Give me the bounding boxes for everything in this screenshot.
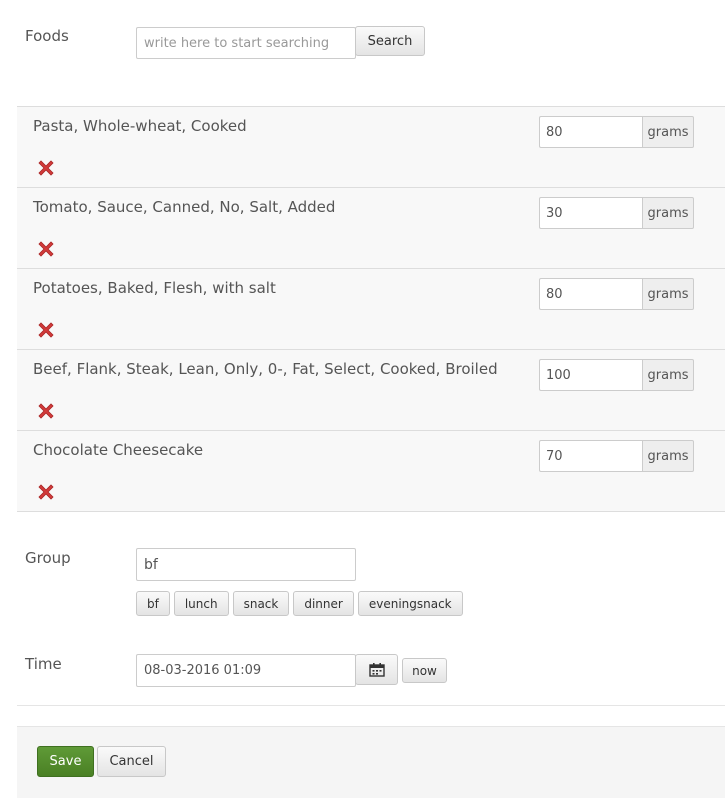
time-input[interactable] xyxy=(136,654,356,687)
food-name: Tomato, Sauce, Canned, No, Salt, Added xyxy=(33,198,336,216)
quantity-input[interactable] xyxy=(539,197,642,229)
calendar-icon xyxy=(368,662,385,677)
delete-icon[interactable] xyxy=(35,319,57,341)
group-quick-buttons: bf lunch snack dinner eveningsnack xyxy=(136,591,463,616)
time-label: Time xyxy=(25,655,62,673)
delete-icon[interactable] xyxy=(35,157,57,179)
food-row: Potatoes, Baked, Flesh, with salt grams xyxy=(17,268,725,349)
food-name: Pasta, Whole-wheat, Cooked xyxy=(33,117,247,135)
quantity-group: grams xyxy=(539,278,694,310)
unit-label: grams xyxy=(642,440,694,472)
group-input[interactable] xyxy=(136,548,356,581)
quantity-group: grams xyxy=(539,197,694,229)
food-row: Beef, Flank, Steak, Lean, Only, 0-, Fat,… xyxy=(17,349,725,430)
form-footer: Save Cancel xyxy=(17,726,725,798)
quantity-group: grams xyxy=(539,440,694,472)
quantity-input[interactable] xyxy=(539,116,642,148)
food-search-input[interactable] xyxy=(136,27,356,59)
food-list: Pasta, Whole-wheat, CookedgramsTomato, S… xyxy=(17,106,725,512)
quantity-input[interactable] xyxy=(539,278,642,310)
now-button[interactable]: now xyxy=(402,658,447,683)
unit-label: grams xyxy=(642,278,694,310)
calendar-button[interactable] xyxy=(355,654,398,685)
delete-icon[interactable] xyxy=(35,400,57,422)
delete-icon[interactable] xyxy=(35,481,57,503)
group-label: Group xyxy=(25,549,71,567)
food-name: Potatoes, Baked, Flesh, with salt xyxy=(33,279,276,297)
quantity-group: grams xyxy=(539,116,694,148)
delete-icon[interactable] xyxy=(35,238,57,260)
group-option-button[interactable]: lunch xyxy=(173,591,229,616)
food-row: Chocolate Cheesecake grams xyxy=(17,430,725,512)
cancel-button[interactable]: Cancel xyxy=(97,746,166,777)
footer-divider xyxy=(17,705,725,706)
search-button[interactable]: Search xyxy=(355,26,425,56)
food-name: Beef, Flank, Steak, Lean, Only, 0-, Fat,… xyxy=(33,360,498,378)
food-row: Pasta, Whole-wheat, Cooked grams xyxy=(17,106,725,187)
save-button[interactable]: Save xyxy=(37,746,94,777)
quantity-input[interactable] xyxy=(539,359,642,391)
foods-label: Foods xyxy=(25,27,69,45)
quantity-input[interactable] xyxy=(539,440,642,472)
food-row: Tomato, Sauce, Canned, No, Salt, Added gr… xyxy=(17,187,725,268)
unit-label: grams xyxy=(642,197,694,229)
unit-label: grams xyxy=(642,116,694,148)
group-option-button[interactable]: bf xyxy=(136,591,170,616)
group-option-button[interactable]: snack xyxy=(232,591,290,616)
unit-label: grams xyxy=(642,359,694,391)
quantity-group: grams xyxy=(539,359,694,391)
group-option-button[interactable]: dinner xyxy=(293,591,354,616)
food-name: Chocolate Cheesecake xyxy=(33,441,204,459)
group-option-button[interactable]: eveningsnack xyxy=(357,591,463,616)
